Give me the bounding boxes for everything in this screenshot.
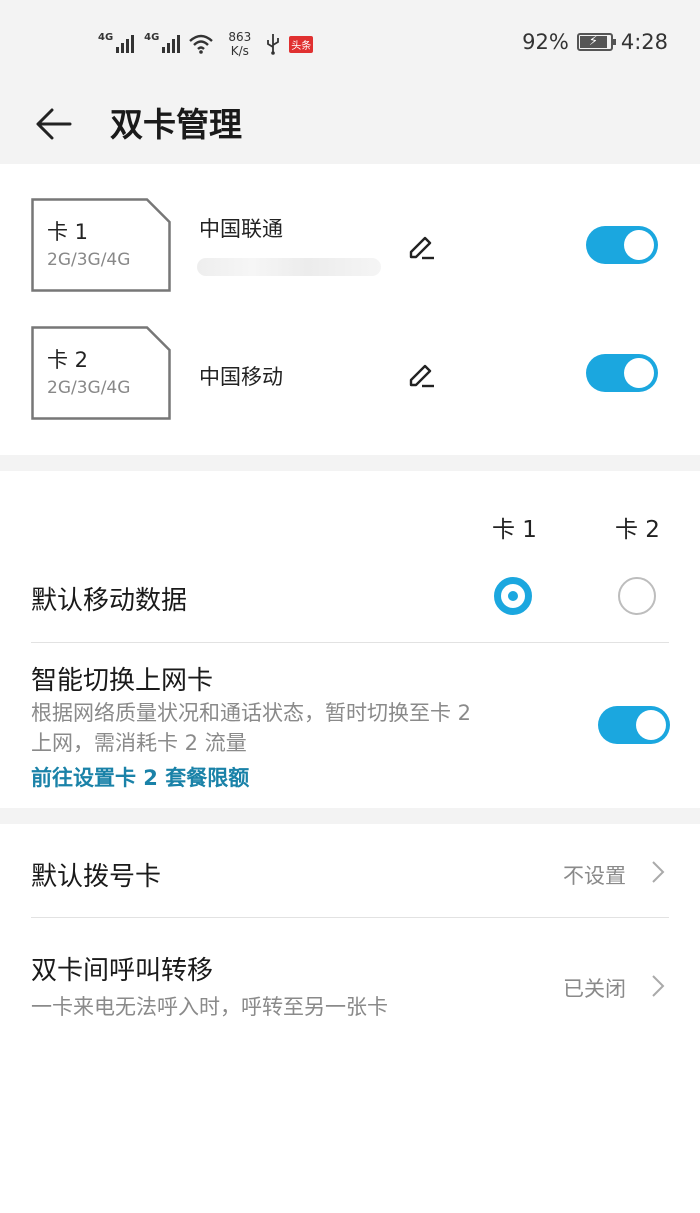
sim-name: 卡 1	[47, 220, 89, 244]
network-speed: 863 K/s	[228, 30, 251, 58]
column-header-card1: 卡 1	[492, 517, 537, 543]
chevron-right-icon	[652, 861, 665, 883]
network-type-label: 4G	[144, 32, 160, 43]
sim-network: 2G/3G/4G	[47, 378, 131, 398]
sim-card-1: 卡 1 2G/3G/4G	[31, 198, 171, 292]
smart-switch-desc-line2: 上网，需消耗卡 2 流量	[31, 731, 247, 755]
sim-network: 2G/3G/4G	[47, 250, 131, 270]
battery-percent: 92%	[522, 30, 569, 54]
column-header-card2: 卡 2	[615, 517, 660, 543]
section-gap	[0, 455, 700, 471]
signal-icon-sim1: 4G	[96, 32, 135, 53]
status-icons-left: 4G 4G 863 K/s 头条	[96, 26, 314, 62]
toutiao-badge-icon: 头条	[289, 35, 314, 53]
call-forward-desc: 一卡来电无法呼入时，呼转至另一张卡	[31, 995, 388, 1019]
sim1-carrier: 中国联通	[199, 217, 283, 241]
chevron-right-icon	[652, 975, 665, 997]
network-type-label: 4G	[98, 32, 114, 43]
default-dial-value: 不设置	[563, 864, 626, 888]
speed-value: 863	[228, 30, 252, 44]
smart-switch-desc: 根据网络质量状况和通话状态，暂时切换至卡 2	[31, 701, 472, 725]
smart-switch-toggle[interactable]	[598, 706, 670, 744]
divider	[31, 917, 669, 918]
default-dial-label: 默认拨号卡	[31, 862, 162, 892]
call-forward-label: 双卡间呼叫转移	[31, 956, 214, 986]
sim2-toggle[interactable]	[586, 354, 658, 392]
app-header: 双卡管理	[0, 88, 700, 164]
edit-icon[interactable]	[408, 233, 436, 261]
speed-unit: K/s	[230, 44, 249, 58]
sim2-carrier: 中国移动	[199, 365, 283, 389]
sim1-toggle[interactable]	[586, 226, 658, 264]
set-card2-data-limit-link[interactable]: 前往设置卡 2 套餐限额	[31, 762, 249, 792]
wifi-icon	[189, 34, 214, 54]
call-forward-value: 已关闭	[563, 977, 626, 1001]
battery-icon: ⚡	[576, 33, 616, 51]
smart-switch-title: 智能切换上网卡	[31, 666, 214, 696]
sim-name: 卡 2	[47, 348, 89, 372]
status-icons-right: 92% ⚡ 4:28	[522, 30, 668, 54]
default-data-radio-card1[interactable]	[494, 577, 532, 615]
usb-icon	[267, 34, 280, 55]
sim-card-2: 卡 2 2G/3G/4G	[31, 326, 171, 420]
default-data-label: 默认移动数据	[31, 586, 188, 616]
edit-icon[interactable]	[408, 361, 436, 389]
divider	[31, 642, 669, 643]
page-title: 双卡管理	[110, 105, 242, 144]
back-arrow-icon[interactable]	[30, 100, 78, 148]
default-data-radio-card2[interactable]	[618, 577, 656, 615]
section-gap	[0, 808, 700, 824]
clock: 4:28	[620, 30, 668, 54]
sim1-phone-number-blurred	[197, 258, 381, 276]
signal-icon-sim2: 4G	[142, 32, 181, 53]
status-bar: 4G 4G 863 K/s 头条 92% ⚡ 4:28	[0, 0, 700, 88]
